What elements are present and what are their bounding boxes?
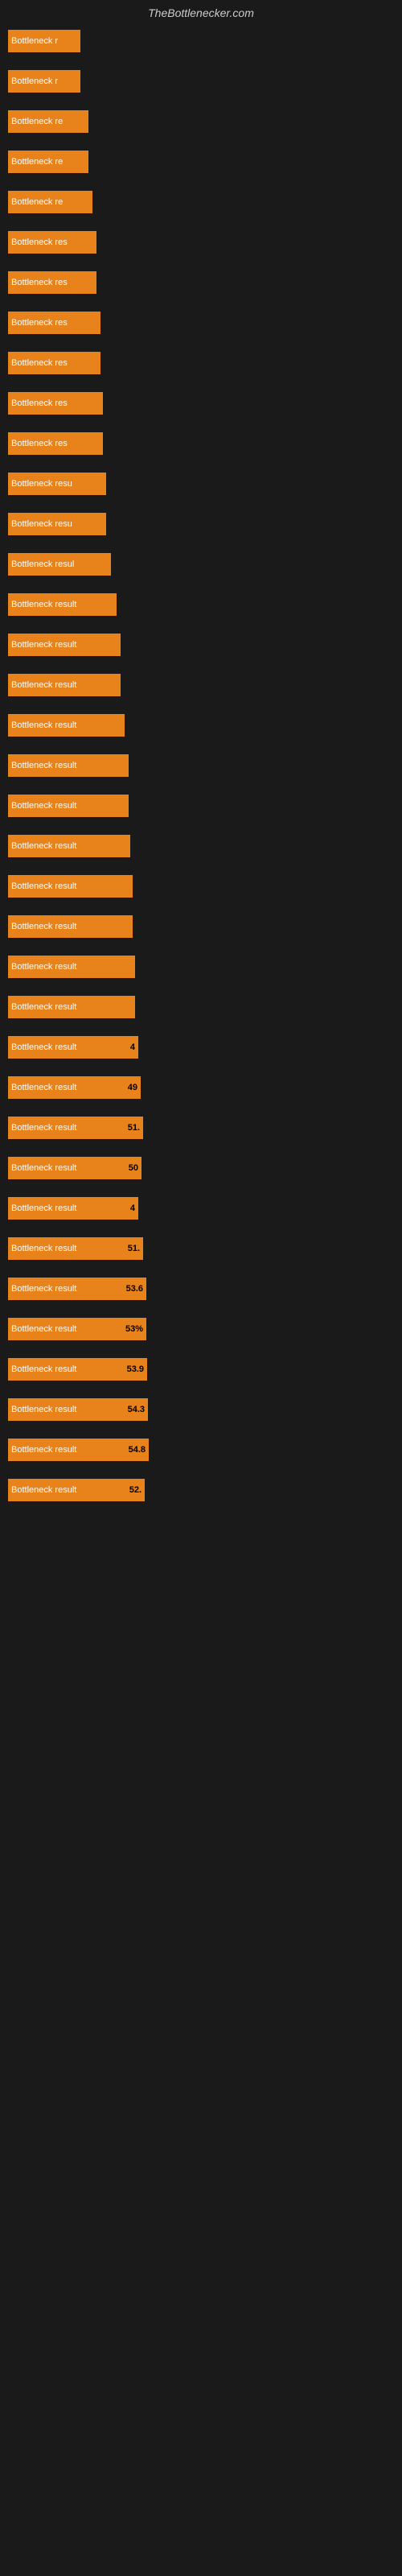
bar-label: Bottleneck resu (8, 479, 76, 489)
bar-row: Bottleneck res (8, 388, 394, 419)
bar-label: Bottleneck result (8, 962, 80, 972)
bar-row: Bottleneck result (8, 750, 394, 781)
bar-row: Bottleneck res (8, 227, 394, 258)
bar-row: Bottleneck result (8, 589, 394, 620)
bar-label: Bottleneck r (8, 76, 61, 86)
bar-row: Bottleneck res (8, 348, 394, 378)
bar-label: Bottleneck res (8, 358, 71, 368)
bar-label: Bottleneck result (8, 1123, 80, 1133)
bar-row: Bottleneck r (8, 26, 394, 56)
bar-label: Bottleneck res (8, 318, 71, 328)
bar-value: 54.8 (129, 1445, 146, 1455)
bar-row: Bottleneck result (8, 952, 394, 982)
bar-row: 51. Bottleneck result (8, 1113, 394, 1143)
bar-row: Bottleneck result (8, 791, 394, 821)
bar-row: Bottleneck re (8, 147, 394, 177)
bar-label: Bottleneck result (8, 841, 80, 851)
bar-label: Bottleneck result (8, 1244, 80, 1253)
bar-row: 51. Bottleneck result (8, 1233, 394, 1264)
bar-label: Bottleneck result (8, 1083, 80, 1092)
bar-row: 49 Bottleneck result (8, 1072, 394, 1103)
bar-value: 54.3 (128, 1405, 145, 1414)
bar-row: Bottleneck res (8, 428, 394, 459)
bar-row: Bottleneck result (8, 992, 394, 1022)
bar-value: 50 (129, 1163, 138, 1173)
bar-label: Bottleneck re (8, 157, 66, 167)
bar-value: 51. (128, 1244, 140, 1253)
bar-row: Bottleneck result (8, 911, 394, 942)
bar-label: Bottleneck result (8, 922, 80, 931)
bar-label: Bottleneck result (8, 761, 80, 770)
bar-label: Bottleneck resu (8, 519, 76, 529)
bar-label: Bottleneck result (8, 640, 80, 650)
bar-row: Bottleneck resul (8, 549, 394, 580)
bar-label: Bottleneck r (8, 36, 61, 46)
bar-row: 53.6 Bottleneck result (8, 1274, 394, 1304)
bar-label: Bottleneck result (8, 801, 80, 811)
chart-container: Bottleneck r Bottleneck r Bottleneck re Bot… (0, 26, 402, 1515)
bar-row: Bottleneck result (8, 710, 394, 741)
bar-row: Bottleneck resu (8, 469, 394, 499)
bar-label: Bottleneck result (8, 1405, 80, 1414)
bar-label: Bottleneck result (8, 1324, 80, 1334)
bar-row: 50 Bottleneck result (8, 1153, 394, 1183)
bar-row: Bottleneck result (8, 670, 394, 700)
bar-value: 4 (130, 1203, 135, 1213)
bar-row: 54.8 Bottleneck result (8, 1435, 394, 1465)
bar-row: Bottleneck result (8, 871, 394, 902)
bar-row: Bottleneck re (8, 106, 394, 137)
site-title: TheBottlenecker.com (0, 0, 402, 26)
bar-value: 53.9 (127, 1364, 144, 1374)
bar-row: 53% Bottleneck result (8, 1314, 394, 1344)
bar-value: 49 (128, 1083, 137, 1092)
bar-value: 53% (125, 1324, 143, 1334)
bar-row: 4 Bottleneck result (8, 1032, 394, 1063)
bar-value: 52. (129, 1485, 142, 1495)
bar-value: 4 (130, 1042, 135, 1052)
bar-label: Bottleneck result (8, 720, 80, 730)
bar-label: Bottleneck result (8, 1042, 80, 1052)
bar-value: 51. (128, 1123, 140, 1133)
bar-row: Bottleneck result (8, 630, 394, 660)
bar-row: 52. Bottleneck result (8, 1475, 394, 1505)
bar-label: Bottleneck result (8, 1445, 80, 1455)
bar-value: 53.6 (126, 1284, 143, 1294)
bar-label: Bottleneck res (8, 278, 71, 287)
bar-label: Bottleneck result (8, 600, 80, 609)
bar-row: Bottleneck result (8, 831, 394, 861)
bar-label: Bottleneck resul (8, 559, 77, 569)
bar-row: 54.3 Bottleneck result (8, 1394, 394, 1425)
bar-label: Bottleneck re (8, 197, 66, 207)
bar-label: Bottleneck result (8, 1163, 80, 1173)
bar-label: Bottleneck result (8, 1002, 80, 1012)
bar-row: Bottleneck res (8, 308, 394, 338)
bar-row: 4 Bottleneck result (8, 1193, 394, 1224)
bar-label: Bottleneck result (8, 1485, 80, 1495)
bar-label: Bottleneck result (8, 1203, 80, 1213)
bar-row: Bottleneck r (8, 66, 394, 97)
bar-row: Bottleneck res (8, 267, 394, 298)
bar-label: Bottleneck result (8, 1284, 80, 1294)
bar-row: Bottleneck re (8, 187, 394, 217)
bar-label: Bottleneck result (8, 680, 80, 690)
bar-label: Bottleneck res (8, 439, 71, 448)
bar-label: Bottleneck re (8, 117, 66, 126)
bar-row: 53.9 Bottleneck result (8, 1354, 394, 1385)
bar-label: Bottleneck result (8, 1364, 80, 1374)
bar-label: Bottleneck res (8, 398, 71, 408)
bar-label: Bottleneck result (8, 881, 80, 891)
bar-row: Bottleneck resu (8, 509, 394, 539)
bar-label: Bottleneck res (8, 237, 71, 247)
